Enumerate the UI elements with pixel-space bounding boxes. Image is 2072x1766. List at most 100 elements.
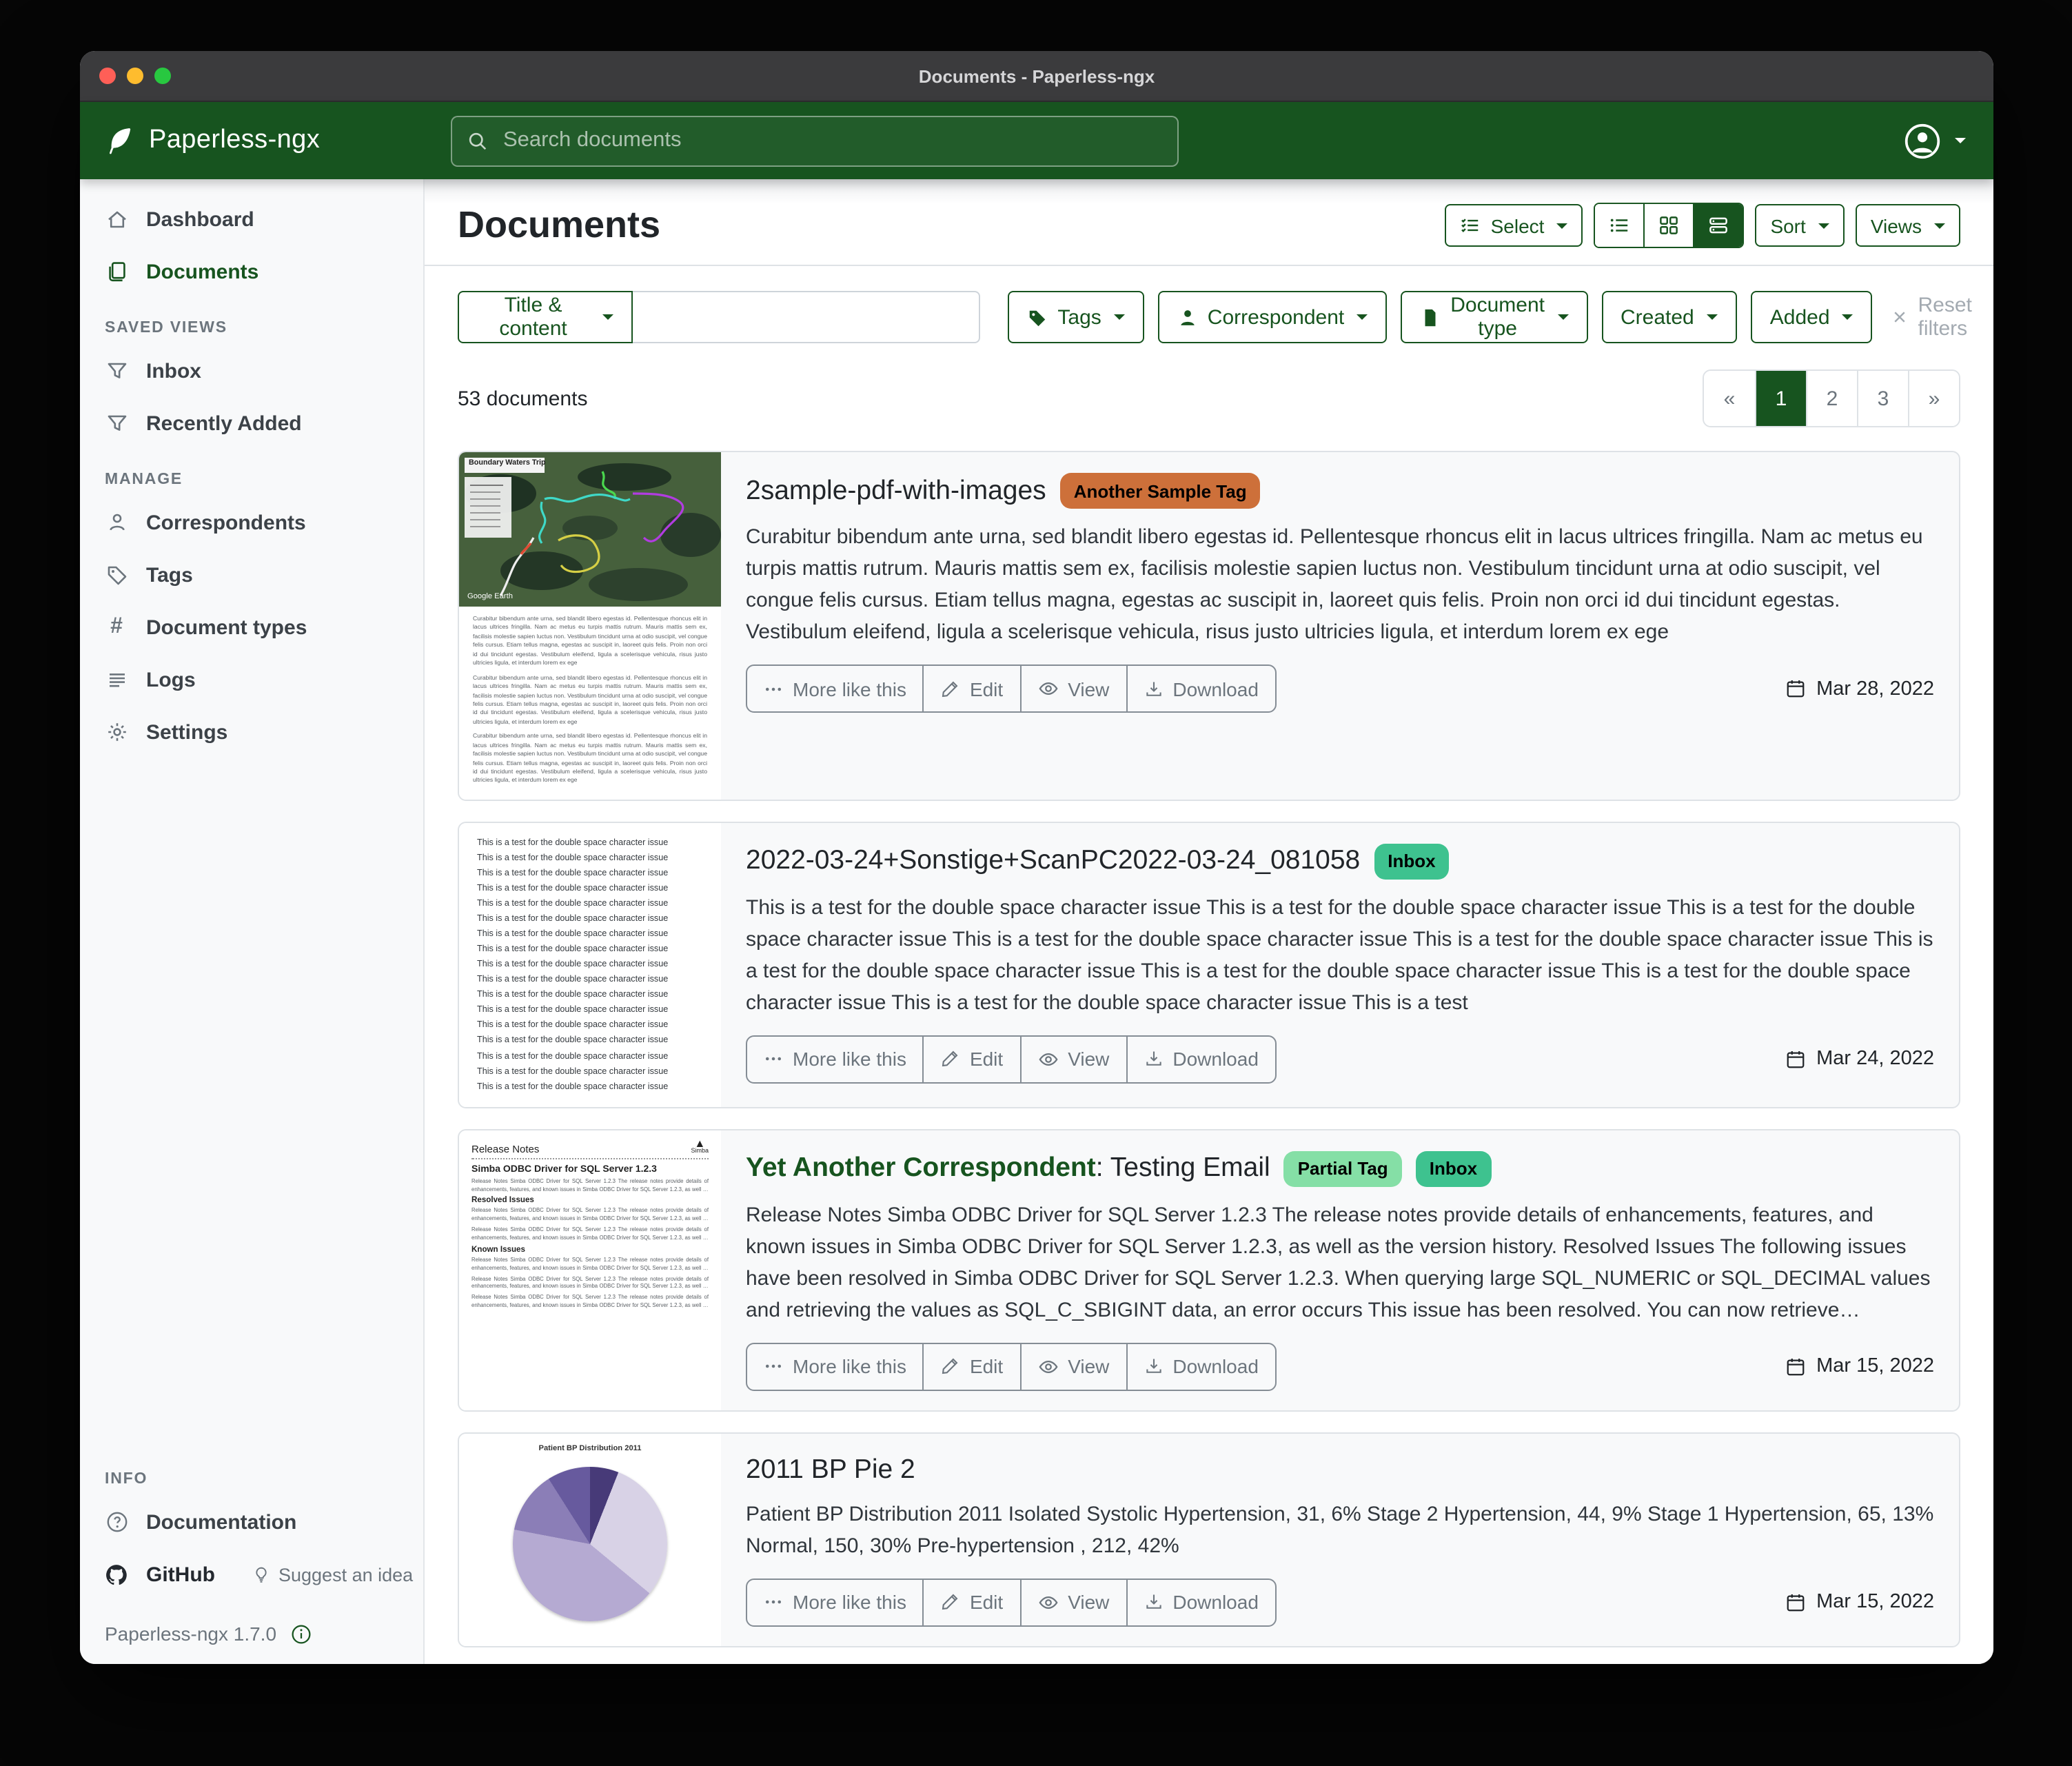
pencil-icon <box>941 1592 960 1612</box>
document-title[interactable]: Yet Another Correspondent: Testing Email <box>746 1153 1270 1184</box>
global-search[interactable] <box>451 115 1179 166</box>
sidebar-item-documents[interactable]: Documents <box>80 245 423 298</box>
tag-chip[interactable]: Inbox <box>1374 844 1449 880</box>
filter-correspondent-button[interactable]: Correspondent <box>1158 291 1387 343</box>
view-mode-list-button[interactable] <box>1595 204 1643 247</box>
edit-button[interactable]: Edit <box>923 1343 1019 1389</box>
pie-chart-preview <box>513 1466 667 1621</box>
sidebar-item-label: Inbox <box>146 359 201 383</box>
edit-button[interactable]: Edit <box>923 666 1019 711</box>
app-window: Documents - Paperless-ngx Paperless-ngx <box>80 51 1993 1664</box>
eye-icon <box>1037 678 1058 699</box>
download-button[interactable]: Download <box>1126 1343 1275 1389</box>
page-1-button[interactable]: 1 <box>1755 371 1806 426</box>
grid-icon <box>1658 215 1679 236</box>
calendar-icon <box>1785 678 1805 699</box>
sidebar-item-document-types[interactable]: # Document types <box>80 601 423 653</box>
document-count: 53 documents <box>458 387 587 410</box>
document-thumbnail[interactable]: This is a test for the double space char… <box>459 823 721 1107</box>
page-3-button[interactable]: 3 <box>1857 371 1908 426</box>
view-button[interactable]: View <box>1019 666 1126 711</box>
page-prev-button[interactable]: « <box>1704 371 1755 426</box>
reset-filters-button[interactable]: Reset filters <box>1892 294 1972 341</box>
tag-chip[interactable]: Inbox <box>1416 1150 1491 1186</box>
search-input[interactable] <box>500 127 1162 154</box>
file-icon <box>1420 307 1441 327</box>
three-dots-icon <box>764 1050 783 1069</box>
document-thumbnail[interactable]: Release Notes ▲Simba Simba ODBC Driver f… <box>459 1130 721 1410</box>
documents-icon <box>105 261 128 283</box>
tag-icon <box>105 564 128 586</box>
document-title[interactable]: 2sample-pdf-with-images <box>746 475 1046 507</box>
sort-button[interactable]: Sort <box>1755 204 1844 247</box>
edit-button[interactable]: Edit <box>923 1037 1019 1082</box>
filter-tags-button[interactable]: Tags <box>1008 291 1144 343</box>
select-button[interactable]: Select <box>1445 204 1583 247</box>
sidebar-item-suggest-idea[interactable]: Suggest an idea <box>252 1564 413 1585</box>
view-button[interactable]: View <box>1019 1343 1126 1389</box>
document-title[interactable]: 2011 BP Pie 2 <box>746 1454 915 1485</box>
brand[interactable]: Paperless-ngx <box>80 124 425 157</box>
card-action-group: More like this Edit View <box>746 1035 1277 1084</box>
eye-icon <box>1037 1049 1058 1070</box>
view-button[interactable]: View <box>1019 1037 1126 1082</box>
sidebar-item-settings[interactable]: Settings <box>80 706 423 758</box>
sidebar-github-row: GitHub Suggest an idea <box>80 1548 423 1601</box>
download-button[interactable]: Download <box>1126 666 1275 711</box>
sidebar-item-dashboard[interactable]: Dashboard <box>80 193 423 245</box>
more-like-this-button[interactable]: More like this <box>747 1343 923 1389</box>
edit-button[interactable]: Edit <box>923 1579 1019 1625</box>
sidebar: Dashboard Documents SAVED VIEWS Inbox <box>80 179 425 1664</box>
lightbulb-icon <box>252 1565 270 1583</box>
list-ul-icon <box>1609 215 1629 236</box>
filter-created-button[interactable]: Created <box>1601 291 1737 343</box>
pencil-icon <box>941 1357 960 1376</box>
filter-document-type-button[interactable]: Document type <box>1401 291 1587 343</box>
filter-added-button[interactable]: Added <box>1751 291 1873 343</box>
calendar-icon <box>1785 1049 1805 1070</box>
sidebar-section-saved-views: SAVED VIEWS <box>80 298 423 345</box>
caret-down-icon <box>1114 314 1125 320</box>
download-button[interactable]: Download <box>1126 1037 1275 1082</box>
tag-chip[interactable]: Another Sample Tag <box>1060 473 1261 509</box>
views-button[interactable]: Views <box>1856 204 1960 247</box>
filter-query-input[interactable] <box>632 291 980 343</box>
more-like-this-button[interactable]: More like this <box>747 1037 923 1082</box>
sidebar-item-recently-added[interactable]: Recently Added <box>80 397 423 449</box>
document-title[interactable]: 2022-03-24+Sonstige+ScanPC2022-03-24_081… <box>746 846 1360 877</box>
view-mode-grid-button[interactable] <box>1643 204 1693 247</box>
info-circle-icon[interactable] <box>290 1623 311 1644</box>
pie-chart-title: Patient BP Distribution 2011 <box>467 1444 713 1452</box>
map-preview: Boundary Waters Trip Google Earth <box>459 452 721 607</box>
sidebar-item-label: Dashboard <box>146 207 254 231</box>
view-mode-details-button[interactable] <box>1693 204 1743 247</box>
download-icon <box>1144 679 1163 698</box>
more-like-this-button[interactable]: More like this <box>747 666 923 711</box>
sidebar-item-documentation[interactable]: Documentation <box>80 1496 423 1548</box>
document-thumbnail[interactable]: Patient BP Distribution 2011 <box>459 1433 721 1645</box>
gear-icon <box>105 721 128 743</box>
page-next-button[interactable]: » <box>1908 371 1959 426</box>
pencil-icon <box>941 679 960 698</box>
sidebar-item-correspondents[interactable]: Correspondents <box>80 496 423 549</box>
sidebar-item-label: Documents <box>146 260 258 283</box>
search-icon <box>467 130 488 151</box>
document-description: Curabitur bibendum ante urna, sed blandi… <box>746 521 1934 648</box>
sidebar-item-tags[interactable]: Tags <box>80 549 423 601</box>
document-list: Boundary Waters Trip Google Earth Curabi… <box>458 451 1960 1664</box>
header-divider <box>425 265 1993 266</box>
sidebar-item-github[interactable]: GitHub <box>146 1563 215 1586</box>
view-button[interactable]: View <box>1019 1579 1126 1625</box>
more-like-this-button[interactable]: More like this <box>747 1579 923 1625</box>
tag-chip[interactable]: Partial Tag <box>1284 1150 1402 1186</box>
caret-down-icon <box>1707 314 1718 320</box>
filter-field-selector[interactable]: Title & content <box>458 291 632 343</box>
sidebar-item-inbox[interactable]: Inbox <box>80 345 423 397</box>
document-thumbnail[interactable]: Boundary Waters Trip Google Earth Curabi… <box>459 452 721 800</box>
sidebar-item-logs[interactable]: Logs <box>80 653 423 706</box>
download-button[interactable]: Download <box>1126 1579 1275 1625</box>
user-menu[interactable] <box>1904 122 1993 159</box>
x-icon <box>1892 309 1909 325</box>
page-2-button[interactable]: 2 <box>1806 371 1857 426</box>
document-description: Patient BP Distribution 2011 Isolated Sy… <box>746 1498 1934 1561</box>
